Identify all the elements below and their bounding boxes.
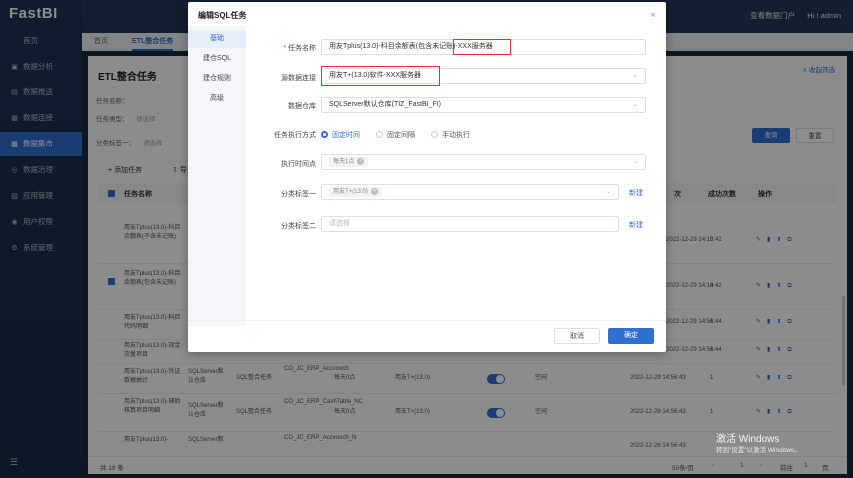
exec-time-select[interactable]: 每天1点 × ⌄	[321, 154, 646, 170]
close-icon[interactable]: ×	[650, 10, 656, 21]
radio-fixed-interval[interactable]: 固定间隔	[376, 130, 415, 140]
tag-remove-icon[interactable]: ×	[370, 187, 378, 195]
task-name-label: * 任务名称	[283, 45, 316, 52]
tag-remove-icon[interactable]: ×	[357, 157, 365, 165]
windows-watermark-sub: 转到"设置"以激活 Windows。	[716, 447, 801, 454]
dialog-footer: 取消 确定	[188, 320, 666, 352]
dialog-nav: 基础 建仓SQL 建仓规则 高级	[188, 26, 246, 326]
tag2-label: 分类标签二	[281, 223, 316, 230]
chevron-down-icon: ⌄	[632, 73, 638, 79]
source-highlight	[321, 66, 440, 86]
tag1-chip: 用友T+(13.0) ×	[329, 187, 382, 197]
tag1-label: 分类标签一	[281, 191, 316, 198]
tag2-new-link[interactable]: 新建	[629, 220, 643, 230]
chevron-down-icon: ⌄	[632, 102, 638, 108]
tag1-select[interactable]: 用友T+(13.0) × ⌄	[321, 184, 619, 200]
task-name-highlight	[453, 39, 511, 55]
dialog-title: 编辑SQL任务	[198, 11, 247, 20]
confirm-button[interactable]: 确定	[608, 328, 654, 344]
tag1-new-link[interactable]: 新建	[629, 188, 643, 198]
warehouse-label: 数据仓库	[288, 103, 316, 110]
tag2-select[interactable]: 请选择	[321, 216, 619, 232]
cancel-button[interactable]: 取消	[554, 328, 600, 344]
chevron-down-icon: ⌄	[632, 159, 638, 165]
exec-time-label: 执行时间点	[281, 161, 316, 168]
windows-watermark: 激活 Windows	[716, 434, 780, 445]
exec-method-label: 任务执行方式	[274, 132, 316, 139]
exec-time-tag: 每天1点 ×	[329, 157, 369, 167]
warehouse-select[interactable]: SQLServer默认仓库(TIZ_FastBI_FI) ⌄	[321, 97, 646, 113]
chevron-down-icon: ⌄	[605, 189, 611, 195]
edit-sql-task-dialog: 编辑SQL任务 × 基础 建仓SQL 建仓规则 高级 * 任务名称 用友Tplus…	[188, 2, 666, 352]
radio-fixed-time[interactable]: 固定时间	[321, 130, 360, 140]
source-label: 源数据连接	[281, 75, 316, 82]
radio-manual[interactable]: 手动执行	[431, 130, 470, 140]
